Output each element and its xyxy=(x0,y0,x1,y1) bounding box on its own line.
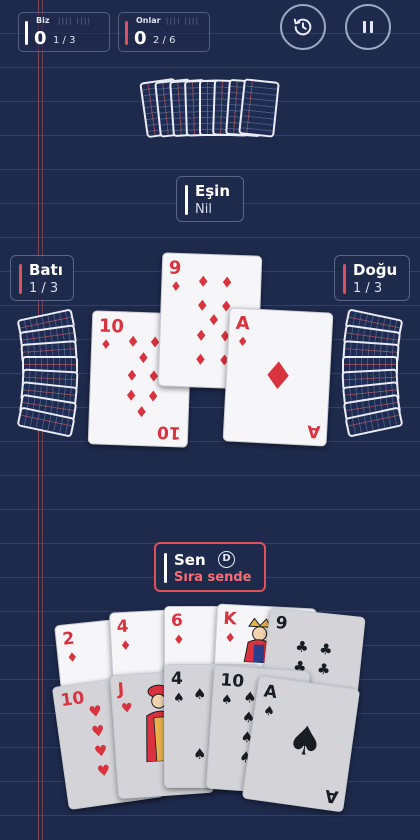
team-color-bar xyxy=(25,21,28,45)
score-points: 0 xyxy=(134,28,147,49)
diamond-icon: ♦ xyxy=(206,310,221,330)
bag-ticks: |||| |||| xyxy=(57,17,91,25)
card-rank: 10 xyxy=(59,687,86,712)
spade-icon: ♠ xyxy=(193,685,207,703)
card-rank: 4 xyxy=(116,616,130,638)
card-rank: K xyxy=(222,608,238,630)
diamond-icon: ♦ xyxy=(236,334,249,351)
diamond-icon: ♦ xyxy=(196,272,211,291)
diamond-icon: ♦ xyxy=(65,650,80,667)
my-label: Sen D Sıra sende xyxy=(154,542,266,592)
player-name: Sen xyxy=(174,551,206,569)
team-color-bar xyxy=(125,21,128,45)
turn-status: Sıra sende xyxy=(174,570,252,585)
diamond-icon: ♦ xyxy=(173,633,185,648)
heart-icon: ♥ xyxy=(120,700,134,717)
diamond-icon: ♦ xyxy=(124,366,139,385)
player-tricks: 1 / 3 xyxy=(29,281,59,296)
card-rank: 6 xyxy=(171,611,183,631)
diamond-icon: ♦ xyxy=(223,630,237,647)
card-rank: 10 xyxy=(157,421,182,443)
club-icon: ♣ xyxy=(294,637,310,657)
east-label: Doğu 1 / 3 xyxy=(334,255,410,301)
pause-button[interactable] xyxy=(345,4,391,50)
score-label: Onlar xyxy=(136,16,161,25)
diamond-icon: ♦ xyxy=(169,279,183,295)
card-rank: 10 xyxy=(219,670,245,692)
club-icon: ♣ xyxy=(316,659,332,679)
score-points: 0 xyxy=(34,28,47,49)
diamond-icon: ♦ xyxy=(146,387,161,406)
spade-icon: ♠ xyxy=(193,745,207,763)
card-rank: A xyxy=(262,681,279,704)
team-color-bar xyxy=(343,264,346,294)
history-button[interactable] xyxy=(280,4,326,50)
dealer-badge: D xyxy=(218,551,235,568)
card-back xyxy=(238,78,280,138)
card-rank: 4 xyxy=(171,669,183,689)
club-icon: ♣ xyxy=(318,639,334,659)
score-them: Onlar |||| |||| 0 2 / 6 xyxy=(118,12,210,52)
diamond-icon: ♦ xyxy=(119,638,132,655)
diamond-icon: ♦ xyxy=(134,402,149,422)
heart-icon: ♥ xyxy=(95,761,112,781)
heart-icon: ♥ xyxy=(87,701,104,722)
team-color-bar xyxy=(185,185,188,215)
team-color-bar xyxy=(164,553,167,583)
hand-card[interactable]: A ♠ ♠ A xyxy=(241,675,361,813)
spade-icon: ♠ xyxy=(173,691,185,706)
diamond-icon: ♦ xyxy=(99,337,113,353)
spade-icon: ♠ xyxy=(262,703,276,720)
player-bid: Nil xyxy=(195,202,212,217)
diamond-icon: ♦ xyxy=(259,353,297,399)
diamond-icon: ♦ xyxy=(125,332,141,351)
diamond-icon: ♦ xyxy=(220,273,235,292)
card-rank: A xyxy=(306,420,321,442)
player-name: Batı xyxy=(29,261,63,279)
spade-icon: ♠ xyxy=(220,692,234,709)
card-rank: 10 xyxy=(98,315,125,338)
west-label: Batı 1 / 3 xyxy=(10,255,74,301)
heart-icon: ♥ xyxy=(90,721,107,742)
score-tricks: 1 / 3 xyxy=(53,35,76,46)
score-us: Biz |||| |||| 0 1 / 3 xyxy=(18,12,110,52)
heart-icon: ♥ xyxy=(93,741,109,761)
diamond-icon: ♦ xyxy=(136,348,151,368)
score-tricks: 2 / 6 xyxy=(153,35,176,46)
diamond-icon: ♦ xyxy=(194,326,209,345)
player-name: Doğu xyxy=(353,261,398,279)
card-rank: 2 xyxy=(61,628,76,650)
card-rank: A xyxy=(323,784,340,807)
diamond-icon: ♦ xyxy=(193,350,208,369)
card-rank: J xyxy=(117,679,125,700)
score-label: Biz xyxy=(36,16,50,25)
pause-icon xyxy=(363,21,373,33)
card-rank: 9 xyxy=(168,257,182,279)
card-rank: 9 xyxy=(274,612,289,635)
partner-label: Eşin Nil xyxy=(176,176,244,222)
diamond-icon: ♦ xyxy=(124,386,139,405)
history-icon xyxy=(293,18,312,36)
player-name: Eşin xyxy=(195,182,230,200)
trick-card-east: A ♦ ♦ A xyxy=(222,307,334,447)
team-color-bar xyxy=(19,264,22,294)
bag-ticks: |||| |||| xyxy=(165,17,199,25)
player-tricks: 1 / 3 xyxy=(353,281,383,296)
card-rank: A xyxy=(235,312,251,335)
spade-icon: ♠ xyxy=(284,716,327,767)
